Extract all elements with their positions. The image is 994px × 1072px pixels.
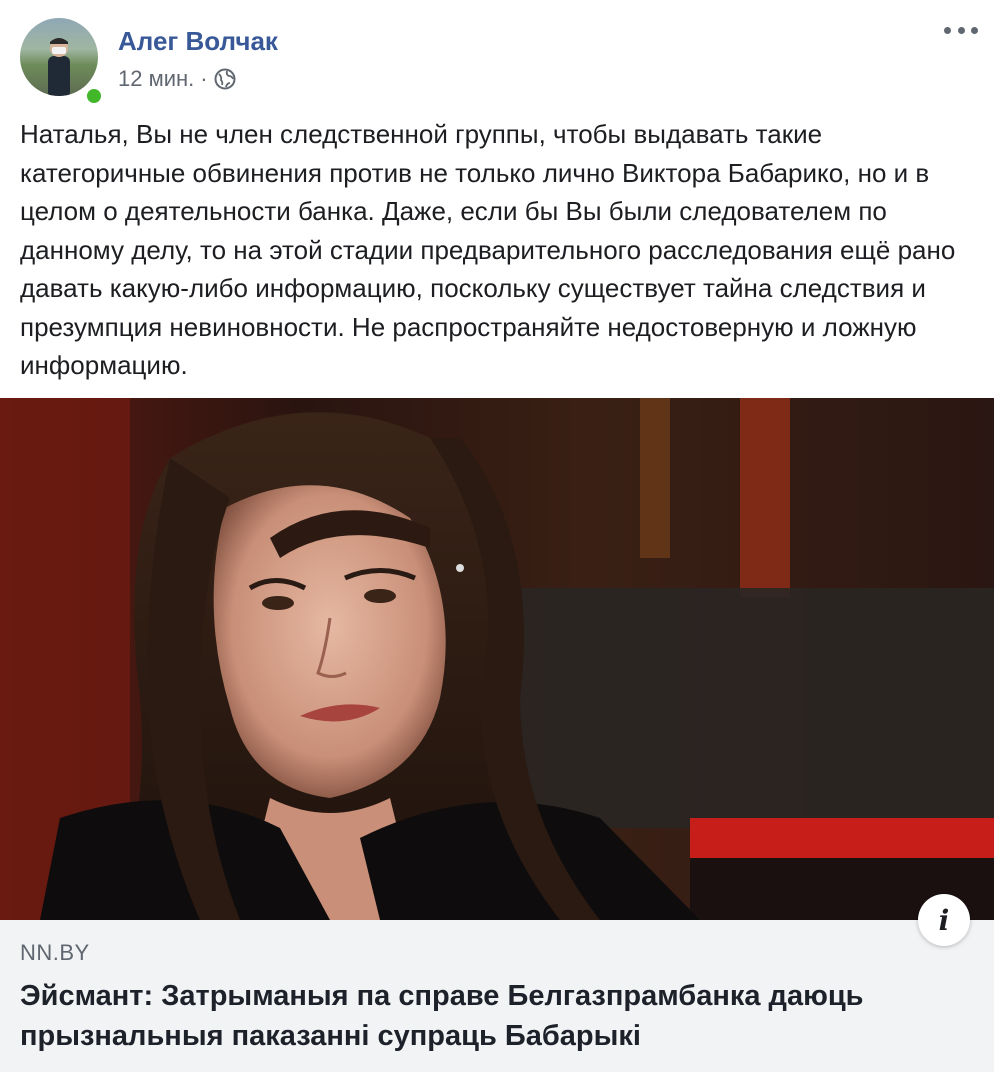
post-header: Алег Волчак 12 мин. · <box>20 18 980 106</box>
avatar-person-illustration <box>48 38 70 96</box>
globe-icon[interactable] <box>214 68 236 90</box>
link-domain: NN.BY <box>20 940 90 965</box>
avatar[interactable] <box>20 18 98 96</box>
post-time[interactable]: 12 мин. <box>118 66 194 92</box>
more-options-icon[interactable] <box>944 20 978 40</box>
info-icon[interactable]: i <box>918 894 970 946</box>
post-text: Наталья, Вы не член следственной группы,… <box>20 119 956 380</box>
link-preview-footer[interactable]: NN.BY Эйсмант: Затрыманыя па справе Белг… <box>0 920 994 1072</box>
facebook-post: Алег Волчак 12 мин. · Наталья, Вы не чле… <box>0 0 994 1072</box>
author-name[interactable]: Алег Волчак <box>118 26 278 57</box>
online-status-dot <box>84 86 104 106</box>
post-meta: 12 мин. · <box>118 66 236 92</box>
meta-separator: · <box>200 66 208 91</box>
link-title[interactable]: Эйсмант: Затрыманыя па справе Белгазпрам… <box>20 976 970 1056</box>
portrait-photo <box>0 398 994 920</box>
link-preview-image[interactable] <box>0 398 994 920</box>
